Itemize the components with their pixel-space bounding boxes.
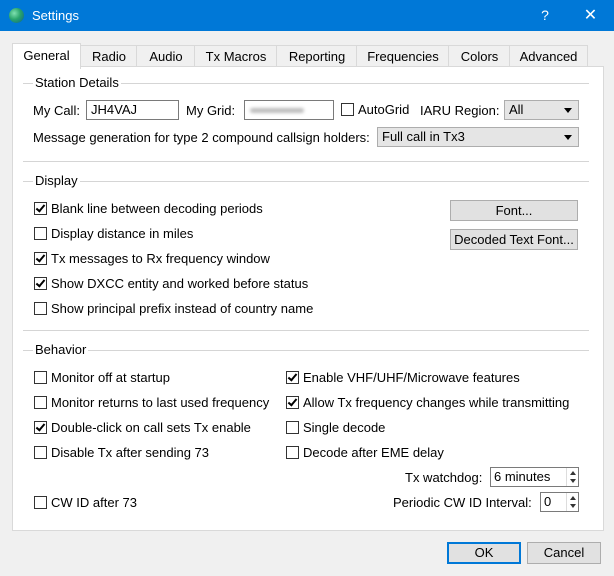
help-button[interactable]: ? (527, 0, 563, 31)
monitor-off-label: Monitor off at startup (51, 370, 170, 385)
tab-general[interactable]: General (12, 43, 81, 69)
ok-button[interactable]: OK (447, 542, 521, 564)
spin-up-icon[interactable] (570, 496, 576, 500)
msg-gen-label: Message generation for type 2 compound c… (33, 130, 370, 145)
tx-watchdog-value: 6 minutes (494, 469, 551, 484)
cancel-button[interactable]: Cancel (527, 542, 601, 564)
tab-advanced[interactable]: Advanced (509, 45, 588, 67)
allow-tx-freq-label: Allow Tx frequency changes while transmi… (303, 395, 570, 410)
periodic-cw-spinbox[interactable]: 0 (540, 492, 579, 512)
double-click-tx-checkbox[interactable] (34, 421, 47, 434)
close-button[interactable]: ✕ (567, 0, 614, 31)
allow-tx-freq-checkbox[interactable] (286, 396, 299, 409)
station-details-title: Station Details (33, 75, 121, 90)
my-call-label: My Call: (33, 103, 80, 118)
dxcc-status-checkbox[interactable] (34, 277, 47, 290)
tx-watchdog-spinbox[interactable]: 6 minutes (490, 467, 579, 487)
chevron-down-icon (564, 108, 572, 113)
cw-id-label: CW ID after 73 (51, 495, 137, 510)
iaru-region-label: IARU Region: (420, 103, 500, 118)
spin-down-icon[interactable] (570, 504, 576, 508)
dxcc-status-label: Show DXCC entity and worked before statu… (51, 276, 309, 291)
general-panel: Station Details My Call: JH4VAJ My Grid:… (12, 66, 604, 531)
disable-tx-73-checkbox[interactable] (34, 446, 47, 459)
station-details-group: Station Details (23, 75, 589, 90)
display-title: Display (33, 173, 80, 188)
behavior-title: Behavior (33, 342, 89, 357)
tab-colors[interactable]: Colors (448, 45, 511, 67)
display-group: Display (23, 173, 589, 188)
blank-line-label: Blank line between decoding periods (51, 201, 263, 216)
principal-prefix-label: Show principal prefix instead of country… (51, 301, 314, 316)
periodic-cw-value: 0 (544, 494, 552, 509)
tab-tx-macros[interactable]: Tx Macros (194, 45, 278, 67)
vhf-features-label: Enable VHF/UHF/Microwave features (303, 370, 520, 385)
tx-to-rx-checkbox[interactable] (34, 252, 47, 265)
divider (23, 161, 589, 162)
my-grid-label: My Grid: (186, 103, 236, 118)
msg-gen-value: Full call in Tx3 (382, 129, 465, 144)
msg-gen-select[interactable]: Full call in Tx3 (377, 127, 579, 147)
single-decode-label: Single decode (303, 420, 386, 435)
chevron-down-icon (564, 135, 572, 140)
distance-miles-label: Display distance in miles (51, 226, 194, 241)
periodic-cw-label: Periodic CW ID Interval: (393, 495, 532, 510)
title-bar: Settings ? ✕ (0, 0, 614, 31)
tab-reporting[interactable]: Reporting (276, 45, 358, 67)
eme-delay-label: Decode after EME delay (303, 445, 444, 460)
principal-prefix-checkbox[interactable] (34, 302, 47, 315)
vhf-features-checkbox[interactable] (286, 371, 299, 384)
tx-watchdog-label: Tx watchdog: (405, 470, 483, 485)
blurred-grid-value (250, 108, 304, 113)
autogrid-label: AutoGrid (358, 102, 410, 117)
tab-frequencies[interactable]: Frequencies (356, 45, 450, 67)
iaru-region-select[interactable]: All (504, 100, 579, 120)
divider (23, 330, 589, 331)
tab-radio[interactable]: Radio (80, 45, 138, 67)
window-title: Settings (32, 8, 79, 23)
single-decode-checkbox[interactable] (286, 421, 299, 434)
my-grid-input[interactable] (244, 100, 334, 120)
tab-audio[interactable]: Audio (136, 45, 196, 67)
spin-up-icon[interactable] (570, 471, 576, 475)
iaru-region-value: All (509, 102, 524, 117)
monitor-off-checkbox[interactable] (34, 371, 47, 384)
monitor-returns-checkbox[interactable] (34, 396, 47, 409)
app-icon (9, 8, 24, 23)
blank-line-checkbox[interactable] (34, 202, 47, 215)
eme-delay-checkbox[interactable] (286, 446, 299, 459)
spin-down-icon[interactable] (570, 479, 576, 483)
font-button[interactable]: Font... (450, 200, 578, 221)
double-click-tx-label: Double-click on call sets Tx enable (51, 420, 251, 435)
decoded-text-font-button[interactable]: Decoded Text Font... (450, 229, 578, 250)
cw-id-checkbox[interactable] (34, 496, 47, 509)
tx-to-rx-label: Tx messages to Rx frequency window (51, 251, 270, 266)
my-call-input[interactable]: JH4VAJ (86, 100, 179, 120)
distance-miles-checkbox[interactable] (34, 227, 47, 240)
behavior-group: Behavior (23, 342, 589, 357)
autogrid-checkbox[interactable] (341, 103, 354, 116)
disable-tx-73-label: Disable Tx after sending 73 (51, 445, 210, 460)
monitor-returns-label: Monitor returns to last used frequency (51, 395, 270, 410)
